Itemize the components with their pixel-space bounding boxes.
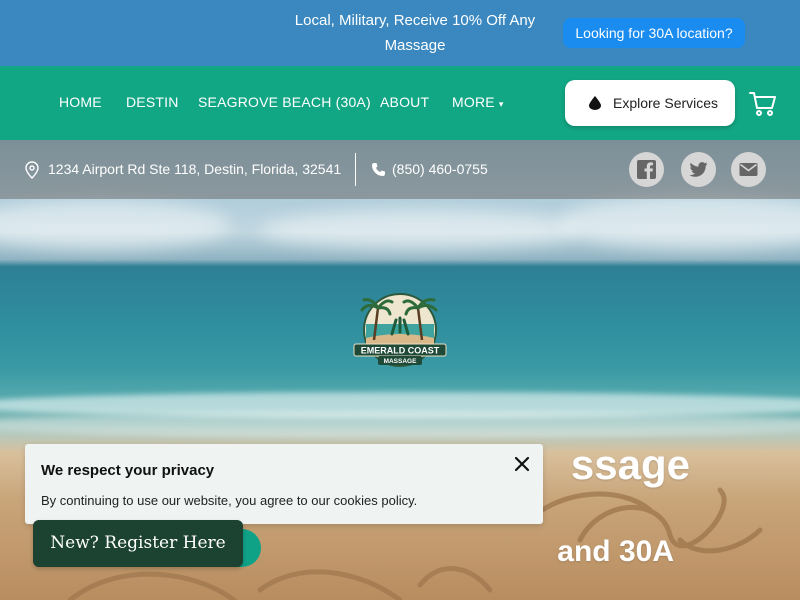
- facebook-icon: [637, 160, 656, 179]
- explore-services-button[interactable]: Explore Services: [565, 80, 735, 126]
- location-button[interactable]: Looking for 30A location?: [563, 18, 745, 48]
- explore-services-label: Explore Services: [613, 95, 719, 111]
- email-button[interactable]: [731, 152, 766, 187]
- info-bar: 1234 Airport Rd Ste 118, Destin, Florida…: [0, 140, 800, 199]
- cloud: [560, 195, 800, 250]
- cookie-banner: We respect your privacy By continuing to…: [25, 444, 543, 524]
- cart-icon[interactable]: [749, 91, 777, 117]
- cloud: [0, 200, 230, 250]
- divider: [355, 153, 356, 186]
- register-button[interactable]: New? Register Here: [33, 520, 243, 567]
- promo-text: Local, Military, Receive 10% Off Any Mas…: [294, 12, 536, 54]
- promo-bar: Local, Military, Receive 10% Off Any Mas…: [0, 0, 800, 66]
- email-icon: [739, 163, 758, 176]
- facebook-button[interactable]: [629, 152, 664, 187]
- nav-more-label: MORE: [452, 94, 495, 110]
- twitter-icon: [689, 162, 708, 177]
- chevron-down-icon: ▾: [498, 99, 504, 109]
- nav-item-destin[interactable]: DESTIN: [126, 93, 179, 111]
- phone-link[interactable]: (850) 460-0755: [392, 160, 488, 178]
- cloud: [260, 210, 580, 250]
- wave: [0, 412, 800, 438]
- drop-icon: [589, 96, 601, 110]
- cookie-text: By continuing to use our website, you ag…: [41, 493, 418, 508]
- close-icon[interactable]: [512, 454, 532, 474]
- nav-item-more[interactable]: MORE ▾: [452, 93, 504, 113]
- emerald-coast-logo: EMERALD COAST MASSAGE: [353, 293, 447, 367]
- phone-icon: [372, 163, 385, 176]
- twitter-button[interactable]: [681, 152, 716, 187]
- address-text[interactable]: 1234 Airport Rd Ste 118, Destin, Florida…: [48, 160, 341, 178]
- logo-text-line1: EMERALD COAST: [361, 346, 440, 356]
- nav-item-about[interactable]: ABOUT: [380, 93, 429, 111]
- main-nav: HOME DESTIN SEAGROVE BEACH (30A) ABOUT M…: [0, 66, 800, 140]
- logo-text-line2: MASSAGE: [384, 358, 418, 365]
- cookie-title: We respect your privacy: [41, 462, 215, 479]
- nav-item-seagrove[interactable]: SEAGROVE BEACH (30A): [198, 93, 371, 111]
- nav-item-home[interactable]: HOME: [59, 93, 102, 111]
- map-pin-icon: [25, 161, 39, 179]
